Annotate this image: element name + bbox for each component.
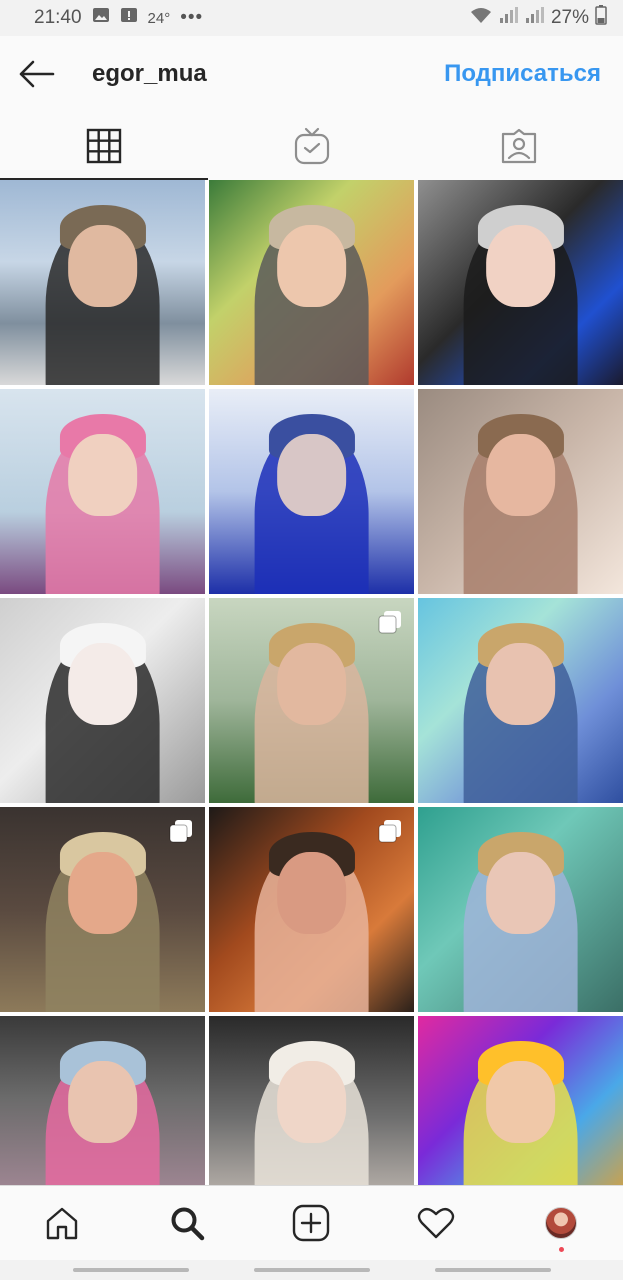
home-icon: [47, 1207, 78, 1240]
post-face: [276, 225, 347, 308]
carousel-icon: [378, 820, 401, 843]
post-face: [67, 643, 138, 726]
grid-icon: [86, 128, 122, 164]
profile-header: egor_mua Подписаться: [0, 36, 623, 112]
post-thumbnail[interactable]: [418, 389, 623, 594]
profile-username: egor_mua: [92, 60, 207, 87]
post-grid: [0, 180, 623, 1185]
post-face: [276, 852, 347, 935]
post-thumbnail[interactable]: [418, 1016, 623, 1185]
system-recents-handle[interactable]: [434, 1268, 551, 1272]
signal-icon: [499, 6, 519, 30]
post-face: [67, 434, 138, 517]
gallery-icon: [92, 7, 110, 29]
nav-profile[interactable]: [521, 1188, 601, 1258]
carousel-icon: [169, 820, 192, 843]
search-icon: [171, 1207, 205, 1241]
post-thumbnail[interactable]: [0, 1016, 205, 1185]
post-thumbnail[interactable]: [418, 598, 623, 803]
tagged-icon: [502, 128, 537, 164]
signal-icon-2: [525, 6, 545, 30]
bottom-nav: [0, 1185, 623, 1260]
post-face: [485, 1061, 556, 1144]
post-face: [67, 225, 138, 308]
post-thumbnail[interactable]: [0, 180, 205, 385]
nav-home[interactable]: [22, 1188, 102, 1258]
heart-icon: [417, 1207, 455, 1239]
back-arrow-icon: [19, 60, 55, 88]
post-thumbnail[interactable]: [0, 598, 205, 803]
avatar: [544, 1207, 577, 1239]
wifi-icon: [469, 6, 493, 30]
post-thumbnail[interactable]: [209, 1016, 414, 1185]
post-face: [276, 434, 347, 517]
battery-icon: [595, 5, 607, 31]
post-face: [485, 852, 556, 935]
post-face: [276, 1061, 347, 1144]
nav-search[interactable]: [147, 1188, 227, 1258]
post-face: [67, 852, 138, 935]
nav-add-post[interactable]: [271, 1188, 351, 1258]
post-thumbnail[interactable]: [209, 807, 414, 1012]
post-thumbnail[interactable]: [0, 389, 205, 594]
tab-igtv[interactable]: [208, 112, 416, 180]
profile-tabs: [0, 112, 623, 180]
tab-tagged[interactable]: [415, 112, 623, 180]
status-more: •••: [180, 7, 204, 28]
battery-percent: 27%: [550, 7, 589, 28]
carousel-icon: [378, 611, 401, 634]
post-thumbnail[interactable]: [418, 180, 623, 385]
post-face: [485, 225, 556, 308]
add-post-icon: [293, 1204, 330, 1242]
follow-button[interactable]: Подписаться: [444, 60, 601, 88]
tab-grid[interactable]: [0, 112, 208, 180]
status-bar: 21:40 24° ••• 27%: [0, 0, 623, 36]
igtv-icon: [294, 127, 329, 165]
system-back-handle[interactable]: [72, 1268, 189, 1272]
status-temperature: 24°: [148, 10, 171, 27]
post-thumbnail[interactable]: [0, 807, 205, 1012]
nav-activity[interactable]: [396, 1188, 476, 1258]
system-navigation-bar: [0, 1260, 623, 1280]
notification-dot: [558, 1247, 564, 1252]
status-right: 27%: [469, 5, 607, 31]
post-thumbnail[interactable]: [209, 180, 414, 385]
back-button[interactable]: [0, 36, 72, 112]
alert-icon: [120, 7, 138, 29]
status-left: 21:40 24° •••: [34, 7, 203, 29]
status-time: 21:40: [34, 7, 82, 28]
system-home-handle[interactable]: [253, 1268, 370, 1272]
post-thumbnail[interactable]: [209, 598, 414, 803]
post-face: [485, 434, 556, 517]
post-thumbnail[interactable]: [209, 389, 414, 594]
post-face: [276, 643, 347, 726]
post-thumbnail[interactable]: [418, 807, 623, 1012]
post-face: [485, 643, 556, 726]
post-face: [67, 1061, 138, 1144]
temperature-text: 24°: [147, 9, 171, 27]
